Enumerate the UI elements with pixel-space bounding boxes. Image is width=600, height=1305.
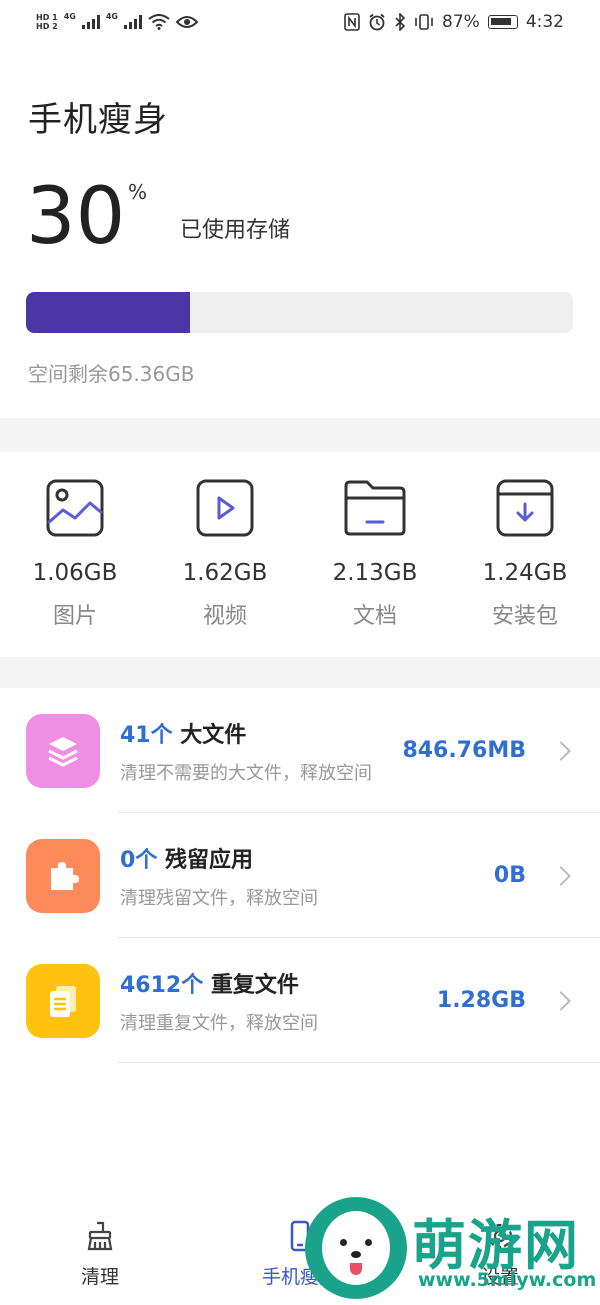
category-size: 1.62GB [182, 560, 268, 586]
alarm-icon [369, 13, 385, 31]
battery-icon [487, 15, 518, 29]
item-size: 0B [493, 863, 526, 888]
network-type-1: 4G [63, 11, 76, 21]
category-size: 1.06GB [32, 560, 118, 586]
divider [118, 1062, 600, 1063]
category-videos[interactable]: 1.62GB 视频 [150, 452, 300, 657]
clock: 4:32 [525, 12, 564, 32]
folder-icon [343, 476, 407, 540]
eye-icon [175, 16, 198, 28]
category-label: 视频 [202, 604, 247, 629]
status-right: 87% 4:32 [344, 12, 564, 32]
category-label: 安装包 [491, 604, 558, 629]
category-size: 1.24GB [482, 560, 568, 586]
list-item-duplicate-files[interactable]: 4612个 重复文件 清理重复文件，释放空间 1.28GB [0, 938, 600, 1063]
nav-label: 清理 [80, 1266, 119, 1288]
storage-progress-fill [26, 292, 191, 333]
section-divider [0, 418, 600, 452]
chevron-right-icon [551, 740, 571, 761]
used-storage-label: 已使用存储 [180, 218, 291, 243]
nfc-icon [344, 13, 360, 31]
item-description: 清理不需要的大文件，释放空间 [120, 762, 372, 784]
sim-badges: HD 1 HD 2 [36, 13, 58, 31]
image-icon [43, 476, 107, 540]
category-label: 图片 [52, 604, 97, 629]
section-divider-2 [0, 657, 600, 688]
download-package-icon [493, 476, 557, 540]
cleanup-list: 41个 大文件 清理不需要的大文件，释放空间 846.76MB 0个 残留应用 … [0, 688, 600, 1063]
list-item-large-files[interactable]: 41个 大文件 清理不需要的大文件，释放空间 846.76MB [0, 688, 600, 813]
item-name: 残留应用 [157, 847, 253, 873]
item-count: 41个 [120, 722, 173, 748]
used-percent-value: 30 [26, 172, 126, 262]
item-description: 清理残留文件，释放空间 [120, 887, 318, 909]
category-grid: 1.06GB 图片 1.62GB 视频 2.13GB 文档 1.24GB 安装包 [0, 452, 600, 657]
category-label: 文档 [352, 604, 397, 629]
item-count: 0个 [120, 847, 158, 873]
status-bar: HD 1 HD 2 4G 4G 87% 4:32 [0, 0, 600, 44]
sim1-badge: HD 1 [36, 13, 58, 22]
signal-icon-2 [123, 15, 142, 29]
list-item-residual-apps[interactable]: 0个 残留应用 清理残留文件，释放空间 0B [0, 813, 600, 938]
item-text: 4612个 重复文件 清理重复文件，释放空间 [120, 967, 318, 1035]
used-percent-sign: % [128, 180, 148, 204]
network-type-2: 4G [105, 11, 118, 21]
bluetooth-icon [395, 13, 406, 31]
layers-icon [26, 713, 100, 788]
category-documents[interactable]: 2.13GB 文档 [300, 452, 450, 657]
item-text: 41个 大文件 清理不需要的大文件，释放空间 [120, 717, 372, 785]
battery-percent: 87% [442, 12, 480, 32]
item-size: 846.76MB [402, 738, 526, 763]
chevron-right-icon [551, 865, 571, 886]
category-images[interactable]: 1.06GB 图片 [0, 452, 150, 657]
status-left: HD 1 HD 2 4G 4G [36, 11, 198, 31]
puzzle-icon [26, 838, 100, 913]
wifi-icon [148, 14, 170, 30]
page-title: 手机瘦身 [28, 100, 168, 140]
documents-icon [26, 963, 100, 1038]
chevron-right-icon [551, 990, 571, 1011]
nav-clean[interactable]: 清理 [0, 1200, 200, 1305]
dog-face-icon [322, 1211, 390, 1285]
item-count: 4612个 [120, 972, 204, 998]
item-name: 重复文件 [203, 972, 299, 998]
item-text: 0个 残留应用 清理残留文件，释放空间 [120, 842, 318, 910]
remaining-space-text: 空间剩余65.36GB [28, 362, 195, 386]
watermark-url: www.5mlyw.com [418, 1269, 597, 1291]
item-description: 清理重复文件，释放空间 [120, 1012, 318, 1034]
item-name: 大文件 [172, 722, 247, 748]
item-title: 41个 大文件 [120, 717, 372, 749]
storage-progress-bar [26, 292, 573, 333]
item-title: 4612个 重复文件 [120, 967, 318, 999]
watermark: 萌游网 www.5mlyw.com [300, 1185, 600, 1305]
broom-icon [84, 1220, 116, 1252]
signal-icon [81, 15, 100, 29]
video-icon [193, 476, 257, 540]
item-title: 0个 残留应用 [120, 842, 318, 874]
item-size: 1.28GB [436, 988, 526, 1013]
sim2-badge: HD 2 [36, 22, 58, 31]
category-packages[interactable]: 1.24GB 安装包 [450, 452, 600, 657]
vibrate-icon [415, 14, 433, 30]
category-size: 2.13GB [332, 560, 418, 586]
